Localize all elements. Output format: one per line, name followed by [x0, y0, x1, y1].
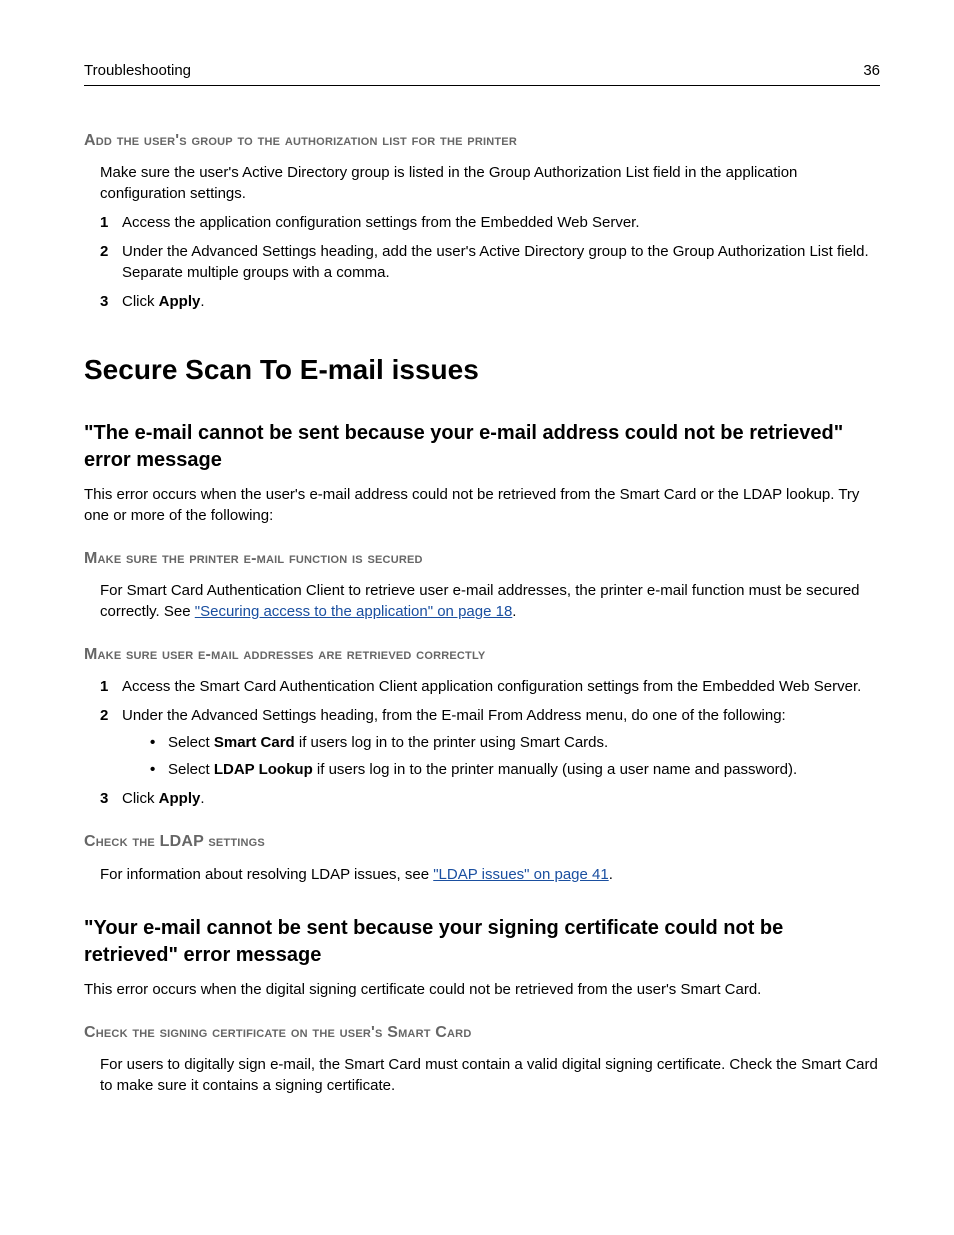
heading-email-cannot-be-sent: "The e-mail cannot be sent because your … — [84, 420, 880, 474]
step-number: 1 — [100, 676, 108, 697]
link-securing-access[interactable]: "Securing access to the application" on … — [195, 603, 513, 620]
step-text: Access the Smart Card Authentication Cli… — [122, 678, 861, 695]
heading-email-function-secured: Make sure the printer e-mail function is… — [84, 548, 880, 570]
paragraph: This error occurs when the user's e-mail… — [84, 484, 880, 526]
ordered-list: 1 Access the Smart Card Authentication Cl… — [100, 676, 880, 809]
list-item: Select LDAP Lookup if users log in to th… — [150, 759, 880, 780]
step-number: 1 — [100, 212, 108, 233]
paragraph: For Smart Card Authentication Client to … — [100, 580, 880, 622]
step-number: 3 — [100, 788, 108, 809]
heading-check-signing-cert: Check the signing certificate on the use… — [84, 1022, 880, 1044]
paragraph: This error occurs when the digital signi… — [84, 979, 880, 1000]
page-number: 36 — [863, 60, 880, 81]
heading-add-user-group: Add the user's group to the authorizatio… — [84, 130, 880, 152]
step-number: 2 — [100, 705, 108, 726]
list-item: 1 Access the application configuration se… — [100, 212, 880, 233]
page-header: Troubleshooting 36 — [84, 60, 880, 86]
heading-signing-cert-error: "Your e-mail cannot be sent because your… — [84, 915, 880, 969]
heading-check-ldap: Check the LDAP settings — [84, 831, 880, 853]
step-text: Access the application configuration set… — [122, 214, 640, 231]
step-text: Click Apply. — [122, 293, 205, 310]
list-item: 3 Click Apply. — [100, 788, 880, 809]
list-item: 2 Under the Advanced Settings heading, ad… — [100, 241, 880, 283]
step-text: Click Apply. — [122, 790, 205, 807]
heading-secure-scan: Secure Scan To E-mail issues — [84, 350, 880, 389]
heading-email-retrieved-correctly: Make sure user e-mail addresses are retr… — [84, 644, 880, 666]
step-text: Under the Advanced Settings heading, add… — [122, 243, 869, 281]
ordered-list: 1 Access the application configuration se… — [100, 212, 880, 312]
list-item: Select Smart Card if users log in to the… — [150, 732, 880, 753]
list-item: 3 Click Apply. — [100, 291, 880, 312]
link-ldap-issues[interactable]: "LDAP issues" on page 41 — [433, 866, 609, 883]
step-number: 2 — [100, 241, 108, 262]
list-item: 1 Access the Smart Card Authentication Cl… — [100, 676, 880, 697]
paragraph: For information about resolving LDAP iss… — [100, 864, 880, 885]
bullet-list: Select Smart Card if users log in to the… — [150, 732, 880, 780]
step-number: 3 — [100, 291, 108, 312]
paragraph: Make sure the user's Active Directory gr… — [100, 162, 880, 204]
list-item: 2 Under the Advanced Settings heading, fr… — [100, 705, 880, 780]
header-section: Troubleshooting — [84, 60, 191, 81]
step-text: Under the Advanced Settings heading, fro… — [122, 707, 786, 724]
paragraph: For users to digitally sign e-mail, the … — [100, 1054, 880, 1096]
